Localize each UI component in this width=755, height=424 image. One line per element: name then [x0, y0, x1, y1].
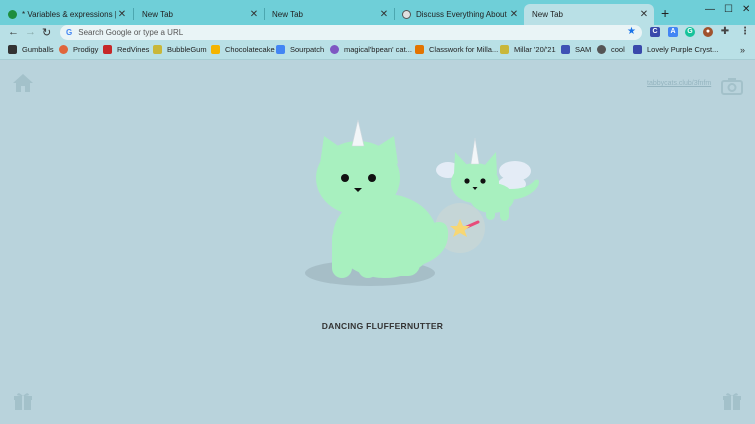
- back-arrow-icon[interactable]: ←: [8, 26, 19, 38]
- menu-kebab-icon[interactable]: ⋮: [740, 27, 750, 37]
- extension-c-icon[interactable]: C: [650, 27, 660, 37]
- search-placeholder: Search Google or type a URL: [78, 28, 184, 37]
- tab-title: New Tab: [142, 10, 173, 19]
- bookmark-icon: [211, 45, 220, 54]
- bookmark-sourpatch[interactable]: Sourpatch: [276, 45, 324, 54]
- flying-cat-eye: [480, 178, 486, 184]
- tab-title: * Variables & expressions | 6th...: [22, 10, 116, 19]
- browser-toolbar: ← → ↻ G Search Google or type a URL ★ C …: [0, 25, 755, 42]
- flying-cat-leg: [486, 202, 495, 220]
- gift-box-icon[interactable]: [722, 391, 742, 416]
- bookmark-bubblegum[interactable]: BubbleGum: [153, 45, 207, 54]
- bookmark-label: Sourpatch: [290, 45, 325, 54]
- bookmark-sam[interactable]: SAM: [561, 45, 591, 54]
- tab-title: Discuss Everything About Tabb...: [416, 10, 508, 19]
- bookmark-lovely-purple[interactable]: Lovely Purple Cryst...: [633, 45, 718, 54]
- close-tab-icon[interactable]: ✕: [508, 9, 520, 20]
- bookmark-icon: [103, 45, 112, 54]
- flying-cat-horn: [470, 137, 480, 165]
- close-tab-icon[interactable]: ✕: [116, 9, 128, 20]
- cat-credit-link[interactable]: tabbycats.club/3fnfm: [647, 80, 711, 87]
- bookmark-icon: [276, 45, 285, 54]
- bookmark-icon: [561, 45, 570, 54]
- bookmark-classwork[interactable]: Classwork for Milla...: [415, 45, 498, 54]
- tab-strip: * Variables & expressions | 6th... ✕ New…: [0, 0, 755, 25]
- bookmark-icon: [153, 45, 162, 54]
- close-tab-icon[interactable]: ✕: [248, 9, 260, 20]
- bookmark-label: magical'bpean' cat...: [344, 45, 412, 54]
- tab-new-tab-active[interactable]: New Tab ✕: [524, 4, 654, 25]
- big-cat-eye: [368, 174, 376, 182]
- bookmark-label: Gumballs: [22, 45, 54, 54]
- address-bar[interactable]: G Search Google or type a URL ★: [60, 25, 642, 40]
- bookmark-icon: [415, 45, 424, 54]
- bookmark-label: Chocolatecake: [225, 45, 275, 54]
- minimize-icon[interactable]: —: [705, 4, 715, 15]
- bookmark-icon: [59, 45, 68, 54]
- cat-name-label: DANCING FLUFFERNUTTER: [321, 321, 444, 331]
- bookmark-redvines[interactable]: RedVines: [103, 45, 149, 54]
- flying-cat-leg: [500, 201, 509, 221]
- close-tab-icon[interactable]: ✕: [638, 9, 650, 20]
- reload-icon[interactable]: ↻: [42, 26, 51, 39]
- tab-discuss-tabbycats[interactable]: Discuss Everything About Tabb... ✕: [394, 4, 524, 25]
- extension-paw-icon[interactable]: ●: [703, 27, 713, 37]
- bookmark-label: Classwork for Milla...: [429, 45, 499, 54]
- forward-arrow-icon[interactable]: →: [25, 26, 36, 38]
- bookmark-icon: [500, 45, 509, 54]
- maximize-icon[interactable]: ☐: [724, 4, 733, 15]
- tab-new-tab-1[interactable]: New Tab ✕: [134, 4, 264, 25]
- big-cat-eye: [341, 174, 349, 182]
- new-tab-page: tabbycats.club/3fnfm DANCING FLUFFERNUTT…: [0, 61, 755, 424]
- bookmark-label: Lovely Purple Cryst...: [647, 45, 719, 54]
- bookmark-icon: [330, 45, 339, 54]
- globe-favicon-icon: [402, 10, 411, 19]
- bookmark-label: SAM: [575, 45, 592, 54]
- bookmark-prodigy[interactable]: Prodigy: [59, 45, 98, 54]
- bookmark-star-icon[interactable]: ★: [627, 26, 636, 37]
- tab-new-tab-2[interactable]: New Tab ✕: [264, 4, 394, 25]
- bookmark-millar[interactable]: Millar '20/'21: [500, 45, 556, 54]
- extensions-puzzle-icon[interactable]: ✚: [720, 27, 730, 37]
- bookmark-label: cool: [611, 45, 625, 54]
- bookmark-icon: [8, 45, 17, 54]
- tab-variables-expressions[interactable]: * Variables & expressions | 6th... ✕: [0, 4, 132, 25]
- unicorn-cats-illustration: [305, 119, 539, 286]
- flying-cat-eye: [464, 178, 470, 184]
- close-tab-icon[interactable]: ✕: [378, 9, 390, 20]
- big-cat-horn: [351, 119, 365, 147]
- bookmark-label: RedVines: [117, 45, 150, 54]
- close-window-icon[interactable]: ✕: [742, 4, 750, 15]
- bookmarks-overflow-icon[interactable]: »: [740, 45, 745, 55]
- bookmark-label: Prodigy: [73, 45, 99, 54]
- home-icon[interactable]: [12, 73, 34, 98]
- new-tab-plus-icon[interactable]: +: [661, 5, 669, 21]
- grammarly-icon[interactable]: G: [685, 27, 695, 37]
- tab-title: New Tab: [272, 10, 303, 19]
- bookmark-magical-bpean-cat[interactable]: magical'bpean' cat...: [330, 45, 412, 54]
- bookmark-gumballs[interactable]: Gumballs: [8, 45, 54, 54]
- camera-icon[interactable]: [721, 77, 743, 100]
- bookmarks-bar: Gumballs Prodigy RedVines BubbleGum Choc…: [0, 42, 755, 60]
- bookmark-icon: [633, 45, 642, 54]
- google-g-icon: G: [66, 28, 73, 37]
- bookmark-icon: [597, 45, 606, 54]
- gift-icon[interactable]: [13, 391, 33, 416]
- bookmark-label: Millar '20/'21: [514, 45, 556, 54]
- tab-title: New Tab: [532, 10, 563, 19]
- bookmark-chocolatecake[interactable]: Chocolatecake: [211, 45, 275, 54]
- big-cat-hind-leg: [380, 251, 420, 276]
- bookmark-cool[interactable]: cool: [597, 45, 625, 54]
- bookmark-label: BubbleGum: [167, 45, 207, 54]
- classroom-favicon-icon: [8, 10, 17, 19]
- extension-blue-icon[interactable]: A: [668, 27, 678, 37]
